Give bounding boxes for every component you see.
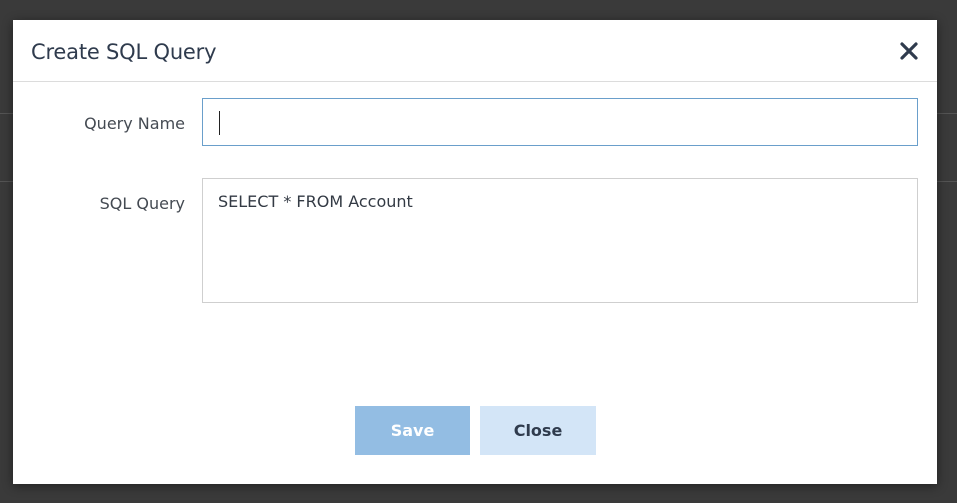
dialog-header: Create SQL Query [13, 20, 937, 82]
dialog-title: Create SQL Query [31, 40, 217, 64]
create-sql-query-dialog: Create SQL Query Query Name SQL Query SE… [13, 20, 937, 484]
save-button[interactable]: Save [355, 406, 470, 455]
text-caret [219, 111, 220, 135]
query-name-input[interactable] [202, 98, 918, 146]
query-name-label: Query Name [84, 114, 185, 133]
sql-query-textarea[interactable]: SELECT * FROM Account [202, 178, 918, 303]
close-button[interactable]: Close [480, 406, 596, 455]
sql-query-label: SQL Query [99, 194, 185, 213]
close-icon[interactable] [897, 39, 921, 63]
